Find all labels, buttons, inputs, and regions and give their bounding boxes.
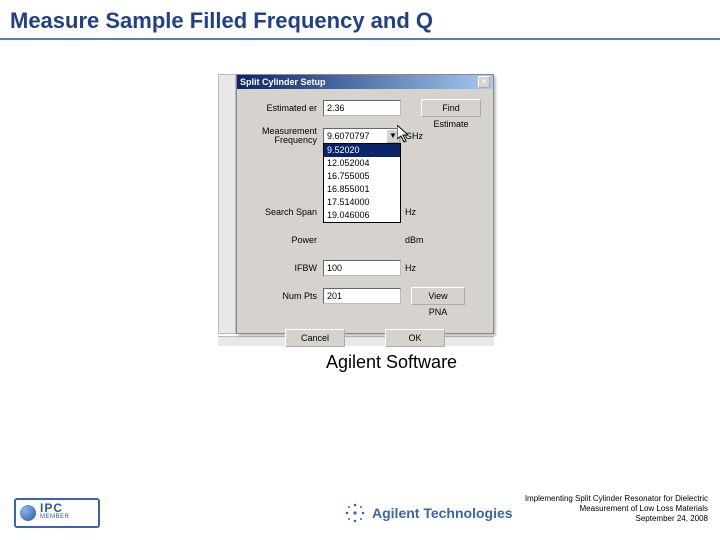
find-estimate-button[interactable]: Find Estimate xyxy=(421,99,481,117)
dropdown-item[interactable]: 17.514000 xyxy=(324,196,400,209)
cancel-button[interactable]: Cancel xyxy=(285,329,345,347)
input-estimated-er[interactable]: 2.36 xyxy=(323,100,401,116)
label-num-pts: Num Pts xyxy=(245,291,323,302)
dialog-body: Estimated er 2.36 Find Estimate Measurem… xyxy=(237,89,493,333)
footer-line-2: Measurement of Low Loss Materials xyxy=(525,504,708,514)
title-underline xyxy=(0,38,720,40)
label-search-span: Search Span xyxy=(245,208,323,217)
dialog-button-row: Cancel OK xyxy=(245,329,485,347)
dropdown-item[interactable]: 9.52020 xyxy=(324,144,400,157)
label-estimated-er: Estimated er xyxy=(245,103,323,114)
row-ifbw: IFBW 100 Hz xyxy=(245,259,485,277)
label-measurement-frequency: Measurement Frequency xyxy=(245,127,323,145)
label-power: Power xyxy=(245,235,323,246)
combo-value: 9.6070797 xyxy=(324,131,386,141)
input-num-pts[interactable]: 201 xyxy=(323,288,401,304)
label-ifbw: IFBW xyxy=(245,263,323,274)
slide-footer: IPC MEMBER Agilent Technologies Implemen… xyxy=(0,478,720,540)
footer-line-3: September 24, 2008 xyxy=(525,514,708,524)
row-power: Power dBm xyxy=(245,231,485,249)
dialog-title: Split Cylinder Setup xyxy=(240,77,326,87)
screenshot-caption: Agilent Software xyxy=(326,352,457,373)
ok-button[interactable]: OK xyxy=(385,329,445,347)
agilent-text: Agilent Technologies xyxy=(372,505,513,521)
row-num-pts: Num Pts 201 View PNA xyxy=(245,287,485,305)
unit-hz: Hz xyxy=(405,207,416,217)
background-panel-stub xyxy=(218,74,236,334)
dropdown-item[interactable]: 19.046006 xyxy=(324,209,400,222)
dropdown-item[interactable]: 16.755005 xyxy=(324,170,400,183)
footer-line-1: Implementing Split Cylinder Resonator fo… xyxy=(525,494,708,504)
input-ifbw[interactable]: 100 xyxy=(323,260,401,276)
dropdown-item[interactable]: 16.855001 xyxy=(324,183,400,196)
unit-dbm: dBm xyxy=(405,235,424,245)
footer-text: Implementing Split Cylinder Resonator fo… xyxy=(525,494,708,524)
agilent-spark-icon xyxy=(344,502,366,524)
mouse-cursor-icon xyxy=(397,125,411,143)
dialog-titlebar[interactable]: Split Cylinder Setup ✕ xyxy=(237,75,493,89)
close-icon[interactable]: ✕ xyxy=(478,76,490,88)
unit-hz-ifbw: Hz xyxy=(405,263,416,273)
dropdown-measurement-frequency[interactable]: 9.52020 12.052004 16.755005 16.855001 17… xyxy=(323,143,401,223)
globe-icon xyxy=(20,505,36,521)
combo-measurement-frequency[interactable]: 9.6070797 ▼ xyxy=(323,128,401,144)
dropdown-item[interactable]: 12.052004 xyxy=(324,157,400,170)
row-estimated-er: Estimated er 2.36 Find Estimate xyxy=(245,99,485,117)
split-cylinder-setup-dialog: Split Cylinder Setup ✕ Estimated er 2.36… xyxy=(236,74,494,334)
ipc-member-text: MEMBER xyxy=(40,513,69,522)
slide-title: Measure Sample Filled Frequency and Q xyxy=(10,8,433,34)
view-pna-button[interactable]: View PNA xyxy=(411,287,465,305)
ipc-member-badge: IPC MEMBER xyxy=(14,498,100,528)
ipc-text: IPC xyxy=(40,504,69,513)
agilent-logo: Agilent Technologies xyxy=(344,502,513,524)
